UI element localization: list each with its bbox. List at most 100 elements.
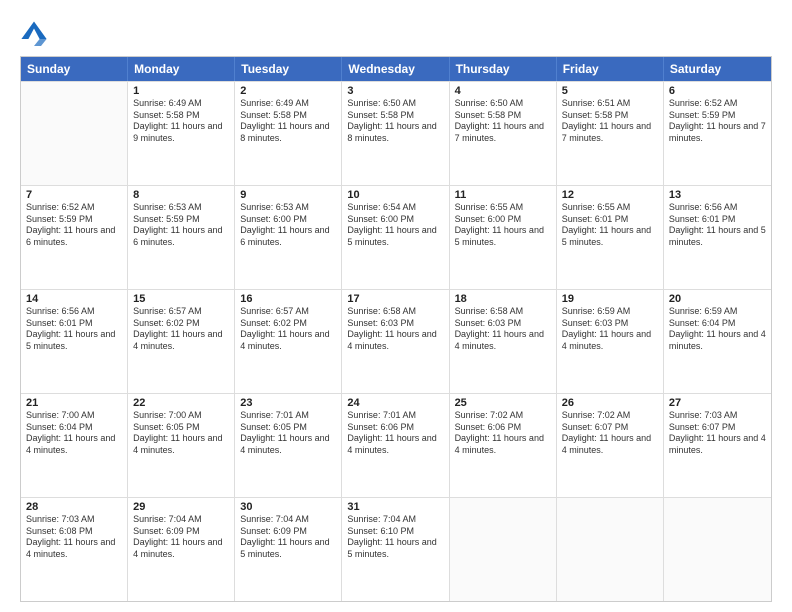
sunrise-line: Sunrise: 6:57 AM bbox=[240, 306, 336, 318]
cal-cell: 19Sunrise: 6:59 AMSunset: 6:03 PMDayligh… bbox=[557, 290, 664, 393]
sunset-line: Sunset: 6:04 PM bbox=[669, 318, 766, 330]
cal-cell: 27Sunrise: 7:03 AMSunset: 6:07 PMDayligh… bbox=[664, 394, 771, 497]
sunrise-line: Sunrise: 6:54 AM bbox=[347, 202, 443, 214]
sunrise-line: Sunrise: 6:59 AM bbox=[669, 306, 766, 318]
sunrise-line: Sunrise: 7:04 AM bbox=[347, 514, 443, 526]
cal-cell: 10Sunrise: 6:54 AMSunset: 6:00 PMDayligh… bbox=[342, 186, 449, 289]
sunrise-line: Sunrise: 6:53 AM bbox=[240, 202, 336, 214]
cal-cell: 25Sunrise: 7:02 AMSunset: 6:06 PMDayligh… bbox=[450, 394, 557, 497]
day-number: 25 bbox=[455, 397, 551, 409]
daylight-line: Daylight: 11 hours and 4 minutes. bbox=[347, 433, 443, 456]
daylight-line: Daylight: 11 hours and 4 minutes. bbox=[455, 433, 551, 456]
day-number: 20 bbox=[669, 293, 766, 305]
daylight-line: Daylight: 11 hours and 4 minutes. bbox=[669, 329, 766, 352]
daylight-line: Daylight: 11 hours and 5 minutes. bbox=[347, 225, 443, 248]
cal-cell: 15Sunrise: 6:57 AMSunset: 6:02 PMDayligh… bbox=[128, 290, 235, 393]
calendar-row-5: 28Sunrise: 7:03 AMSunset: 6:08 PMDayligh… bbox=[21, 497, 771, 601]
daylight-line: Daylight: 11 hours and 6 minutes. bbox=[133, 225, 229, 248]
cal-cell: 1Sunrise: 6:49 AMSunset: 5:58 PMDaylight… bbox=[128, 82, 235, 185]
sunset-line: Sunset: 6:03 PM bbox=[562, 318, 658, 330]
day-number: 28 bbox=[26, 501, 122, 513]
sunset-line: Sunset: 6:00 PM bbox=[455, 214, 551, 226]
cal-cell: 13Sunrise: 6:56 AMSunset: 6:01 PMDayligh… bbox=[664, 186, 771, 289]
day-number: 26 bbox=[562, 397, 658, 409]
sunrise-line: Sunrise: 6:58 AM bbox=[455, 306, 551, 318]
day-number: 18 bbox=[455, 293, 551, 305]
cal-cell bbox=[664, 498, 771, 601]
day-number: 2 bbox=[240, 85, 336, 97]
daylight-line: Daylight: 11 hours and 5 minutes. bbox=[240, 537, 336, 560]
calendar-row-3: 14Sunrise: 6:56 AMSunset: 6:01 PMDayligh… bbox=[21, 289, 771, 393]
sunset-line: Sunset: 6:07 PM bbox=[669, 422, 766, 434]
sunset-line: Sunset: 6:06 PM bbox=[347, 422, 443, 434]
sunrise-line: Sunrise: 6:50 AM bbox=[455, 98, 551, 110]
sunset-line: Sunset: 6:06 PM bbox=[455, 422, 551, 434]
sunrise-line: Sunrise: 6:49 AM bbox=[133, 98, 229, 110]
sunset-line: Sunset: 5:58 PM bbox=[455, 110, 551, 122]
daylight-line: Daylight: 11 hours and 4 minutes. bbox=[562, 433, 658, 456]
sunrise-line: Sunrise: 6:58 AM bbox=[347, 306, 443, 318]
cal-cell: 8Sunrise: 6:53 AMSunset: 5:59 PMDaylight… bbox=[128, 186, 235, 289]
sunrise-line: Sunrise: 6:55 AM bbox=[562, 202, 658, 214]
daylight-line: Daylight: 11 hours and 8 minutes. bbox=[347, 121, 443, 144]
cal-cell: 23Sunrise: 7:01 AMSunset: 6:05 PMDayligh… bbox=[235, 394, 342, 497]
sunset-line: Sunset: 5:58 PM bbox=[347, 110, 443, 122]
cal-cell: 28Sunrise: 7:03 AMSunset: 6:08 PMDayligh… bbox=[21, 498, 128, 601]
sunset-line: Sunset: 6:02 PM bbox=[240, 318, 336, 330]
sunset-line: Sunset: 6:09 PM bbox=[240, 526, 336, 538]
daylight-line: Daylight: 11 hours and 5 minutes. bbox=[455, 225, 551, 248]
sunrise-line: Sunrise: 7:02 AM bbox=[455, 410, 551, 422]
cal-cell: 9Sunrise: 6:53 AMSunset: 6:00 PMDaylight… bbox=[235, 186, 342, 289]
cal-cell: 16Sunrise: 6:57 AMSunset: 6:02 PMDayligh… bbox=[235, 290, 342, 393]
header-day-saturday: Saturday bbox=[664, 57, 771, 81]
sunrise-line: Sunrise: 7:01 AM bbox=[347, 410, 443, 422]
daylight-line: Daylight: 11 hours and 4 minutes. bbox=[240, 329, 336, 352]
sunset-line: Sunset: 6:05 PM bbox=[240, 422, 336, 434]
day-number: 7 bbox=[26, 189, 122, 201]
daylight-line: Daylight: 11 hours and 4 minutes. bbox=[562, 329, 658, 352]
day-number: 8 bbox=[133, 189, 229, 201]
daylight-line: Daylight: 11 hours and 8 minutes. bbox=[240, 121, 336, 144]
cal-cell: 3Sunrise: 6:50 AMSunset: 5:58 PMDaylight… bbox=[342, 82, 449, 185]
sunset-line: Sunset: 6:03 PM bbox=[455, 318, 551, 330]
sunset-line: Sunset: 6:01 PM bbox=[26, 318, 122, 330]
day-number: 22 bbox=[133, 397, 229, 409]
daylight-line: Daylight: 11 hours and 9 minutes. bbox=[133, 121, 229, 144]
day-number: 4 bbox=[455, 85, 551, 97]
daylight-line: Daylight: 11 hours and 4 minutes. bbox=[133, 329, 229, 352]
cal-cell bbox=[450, 498, 557, 601]
sunrise-line: Sunrise: 7:04 AM bbox=[133, 514, 229, 526]
day-number: 10 bbox=[347, 189, 443, 201]
day-number: 30 bbox=[240, 501, 336, 513]
daylight-line: Daylight: 11 hours and 4 minutes. bbox=[133, 433, 229, 456]
sunrise-line: Sunrise: 7:03 AM bbox=[669, 410, 766, 422]
sunset-line: Sunset: 6:00 PM bbox=[240, 214, 336, 226]
day-number: 23 bbox=[240, 397, 336, 409]
header-day-wednesday: Wednesday bbox=[342, 57, 449, 81]
day-number: 1 bbox=[133, 85, 229, 97]
sunset-line: Sunset: 6:09 PM bbox=[133, 526, 229, 538]
day-number: 5 bbox=[562, 85, 658, 97]
sunrise-line: Sunrise: 7:00 AM bbox=[26, 410, 122, 422]
day-number: 17 bbox=[347, 293, 443, 305]
calendar-row-4: 21Sunrise: 7:00 AMSunset: 6:04 PMDayligh… bbox=[21, 393, 771, 497]
cal-cell: 12Sunrise: 6:55 AMSunset: 6:01 PMDayligh… bbox=[557, 186, 664, 289]
sunrise-line: Sunrise: 6:56 AM bbox=[669, 202, 766, 214]
cal-cell: 2Sunrise: 6:49 AMSunset: 5:58 PMDaylight… bbox=[235, 82, 342, 185]
sunset-line: Sunset: 6:02 PM bbox=[133, 318, 229, 330]
day-number: 29 bbox=[133, 501, 229, 513]
sunrise-line: Sunrise: 6:50 AM bbox=[347, 98, 443, 110]
cal-cell: 26Sunrise: 7:02 AMSunset: 6:07 PMDayligh… bbox=[557, 394, 664, 497]
day-number: 24 bbox=[347, 397, 443, 409]
sunset-line: Sunset: 6:04 PM bbox=[26, 422, 122, 434]
header-day-monday: Monday bbox=[128, 57, 235, 81]
cal-cell: 6Sunrise: 6:52 AMSunset: 5:59 PMDaylight… bbox=[664, 82, 771, 185]
sunrise-line: Sunrise: 7:01 AM bbox=[240, 410, 336, 422]
sunrise-line: Sunrise: 6:52 AM bbox=[26, 202, 122, 214]
sunrise-line: Sunrise: 7:02 AM bbox=[562, 410, 658, 422]
logo-icon bbox=[20, 18, 48, 46]
daylight-line: Daylight: 11 hours and 6 minutes. bbox=[26, 225, 122, 248]
cal-cell bbox=[21, 82, 128, 185]
sunrise-line: Sunrise: 6:52 AM bbox=[669, 98, 766, 110]
cal-cell: 29Sunrise: 7:04 AMSunset: 6:09 PMDayligh… bbox=[128, 498, 235, 601]
